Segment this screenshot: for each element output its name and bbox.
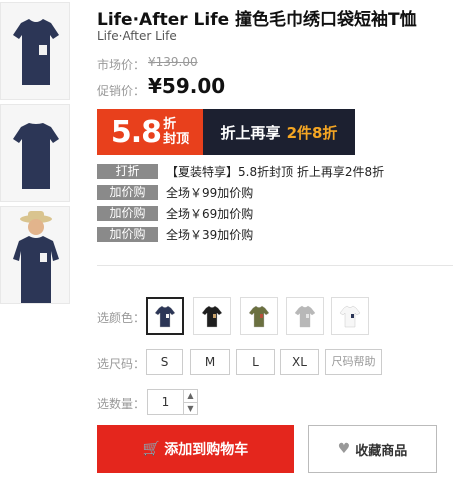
tshirt-icon	[154, 305, 176, 328]
thumbnail-2[interactable]	[0, 104, 70, 202]
quantity-stepper: ▲ ▼	[184, 389, 198, 415]
size-help-button[interactable]: 尺码帮助	[325, 349, 382, 375]
size-option-s[interactable]: S	[146, 349, 183, 375]
promo-text: 【夏装特享】5.8折封顶 折上再享2件8折	[166, 165, 385, 179]
market-price-label: 市场价：	[97, 58, 146, 72]
add-to-cart-button[interactable]: 🛒 添加到购物车	[97, 425, 294, 473]
tshirt-icon	[294, 305, 316, 328]
promo-tag: 加价购	[97, 185, 158, 200]
divider	[97, 265, 453, 266]
discount-block: 5.8 折 封顶	[97, 109, 203, 155]
promo-tag: 打折	[97, 164, 158, 179]
product-title: Life·After Life 撞色毛巾绣口袋短袖T恤	[97, 10, 417, 30]
increment-icon[interactable]: ▲	[184, 390, 197, 403]
discount-top: 折	[163, 117, 177, 132]
extra-discount-highlight: 2件8折	[286, 123, 338, 142]
quantity-input[interactable]: 1	[147, 389, 184, 415]
promo-row: 打折 【夏装特享】5.8折封顶 折上再享2件8折	[97, 164, 384, 179]
add-to-cart-label: 添加到购物车	[164, 442, 249, 458]
color-swatch-black[interactable]	[193, 297, 231, 335]
heart-icon: ♥	[337, 441, 351, 457]
sale-price-label: 促销价：	[97, 84, 146, 98]
promo-text: 全场￥69加价购	[166, 207, 254, 221]
promo-tag: 加价购	[97, 227, 158, 242]
promo-row: 加价购 全场￥99加价购	[97, 185, 253, 200]
size-option-m[interactable]: M	[190, 349, 230, 375]
promo-row: 加价购 全场￥39加价购	[97, 227, 253, 242]
promo-text: 全场￥99加价购	[166, 186, 254, 200]
color-label: 选颜色：	[97, 311, 146, 325]
discount-bottom: 封顶	[163, 132, 190, 147]
model-image	[13, 211, 59, 303]
favorite-label: 收藏商品	[355, 443, 408, 459]
size-option-xl[interactable]: XL	[280, 349, 319, 375]
promo-text: 全场￥39加价购	[166, 228, 254, 242]
extra-discount-text: 折上再享	[220, 123, 281, 142]
color-swatch-white[interactable]	[331, 297, 369, 335]
cart-icon: 🛒	[142, 441, 161, 457]
market-price: ¥139.00	[148, 55, 198, 69]
extra-discount-block: 折上再享 2件8折	[203, 109, 355, 155]
sale-price: ¥59.00	[148, 74, 226, 98]
favorite-button[interactable]: ♥ 收藏商品	[308, 425, 437, 473]
promo-banner: 5.8 折 封顶 折上再享 2件8折	[97, 109, 355, 155]
tshirt-front-image	[13, 19, 59, 85]
thumbnail-1[interactable]	[0, 2, 70, 100]
discount-number: 5.8	[110, 114, 162, 150]
quantity-label: 选数量：	[97, 397, 146, 411]
tshirt-icon	[201, 305, 223, 328]
tshirt-back-image	[13, 123, 59, 189]
tshirt-icon	[339, 305, 361, 328]
size-label: 选尺码：	[97, 357, 146, 371]
product-brand: Life·After Life	[97, 29, 177, 43]
color-swatch-olive[interactable]	[240, 297, 278, 335]
size-option-l[interactable]: L	[236, 349, 275, 375]
promo-tag: 加价购	[97, 206, 158, 221]
color-swatch-grey[interactable]	[286, 297, 324, 335]
thumbnail-3[interactable]	[0, 206, 70, 304]
tshirt-icon	[248, 305, 270, 328]
decrement-icon[interactable]: ▼	[184, 403, 197, 415]
color-swatch-navy[interactable]	[146, 297, 184, 335]
promo-row: 加价购 全场￥69加价购	[97, 206, 253, 221]
